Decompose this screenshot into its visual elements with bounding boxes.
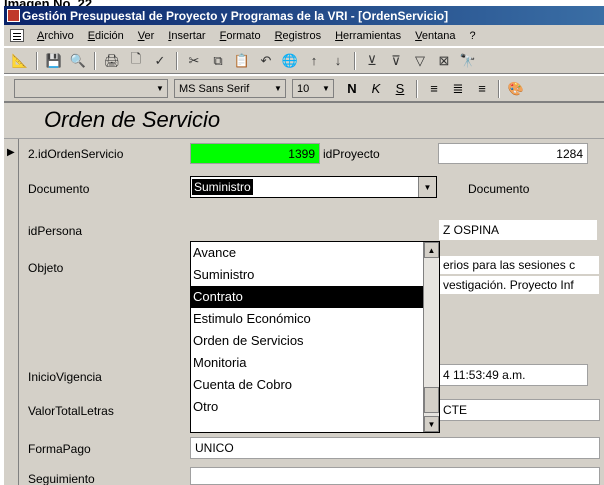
dropdown-scrollbar[interactable]: ▲ ▼: [423, 242, 439, 432]
toolbar-separator: [498, 79, 500, 98]
hyperlink-icon[interactable]: 🌐: [280, 51, 300, 71]
undo-icon[interactable]: ↶: [256, 51, 276, 71]
bold-button[interactable]: N: [341, 79, 363, 99]
chevron-down-icon[interactable]: ▼: [319, 80, 333, 97]
formatting-toolbar: ▼ MS Sans Serif ▼ 10 ▼ N K S ≡ ≣ ≡ 🎨: [4, 75, 604, 102]
font-size-combo[interactable]: 10 ▼: [292, 79, 334, 98]
formapago-label: FormaPago: [28, 442, 91, 456]
current-record-icon: ▶: [7, 147, 15, 158]
sort-descending-icon[interactable]: ↓: [328, 51, 348, 71]
scrollbar-thumb[interactable]: [424, 387, 439, 413]
chevron-down-icon[interactable]: ▼: [153, 80, 167, 97]
print-icon[interactable]: 🖨: [102, 51, 122, 71]
copy-icon[interactable]: ⧉: [208, 51, 228, 71]
dropdown-option[interactable]: Orden de Servicios: [191, 330, 439, 352]
idproyecto-field[interactable]: 1284: [438, 143, 588, 164]
menu-herramientas[interactable]: Herramientas: [328, 30, 408, 42]
apply-filter-icon[interactable]: ▽: [410, 51, 430, 71]
form-title: Orden de Servicio: [44, 107, 221, 132]
access-app-icon: [7, 9, 20, 22]
spelling-icon[interactable]: ✓: [150, 51, 170, 71]
seguimiento-field[interactable]: [190, 467, 600, 485]
window-titlebar: Gestión Presupuestal de Proyecto y Progr…: [4, 6, 604, 25]
object-combo[interactable]: ▼: [14, 79, 168, 98]
toolbar-separator: [36, 51, 38, 70]
idordenservicio-label: 2.idOrdenServicio: [28, 147, 124, 161]
save-icon[interactable]: 💾: [44, 51, 64, 71]
align-center-icon[interactable]: ≣: [447, 79, 469, 99]
menu-insertar[interactable]: Insertar: [161, 30, 212, 42]
record-selector[interactable]: ▶: [4, 139, 19, 485]
underline-button[interactable]: S: [389, 79, 411, 99]
documento-dropdown-list: Avance Suministro Contrato Estimulo Econ…: [190, 241, 440, 433]
idpersona-field[interactable]: Z OSPINA: [438, 219, 598, 241]
toolbar-separator: [176, 51, 178, 70]
objeto-field-line1[interactable]: erios para las sesiones c: [438, 255, 600, 275]
idproyecto-label: idProyecto: [323, 147, 380, 161]
chevron-down-icon[interactable]: ▼: [271, 80, 285, 97]
toolbar-separator: [94, 51, 96, 70]
form-header: Orden de Servicio: [4, 103, 604, 139]
fill-color-icon[interactable]: 🎨: [505, 79, 527, 99]
menu-archivo[interactable]: Archivo: [30, 30, 81, 42]
idordenservicio-field[interactable]: 1399: [190, 143, 320, 164]
dropdown-option[interactable]: Estimulo Económico: [191, 308, 439, 330]
menu-registros[interactable]: Registros: [268, 30, 328, 42]
documento-combo-value: Suministro: [192, 179, 253, 195]
remove-filter-icon[interactable]: ⊠: [434, 51, 454, 71]
filter-selection-icon[interactable]: ⊻: [362, 51, 382, 71]
chevron-down-icon[interactable]: ▼: [418, 177, 436, 197]
toolbar-separator: [416, 79, 418, 98]
iniciovigencia-label: InicioVigencia: [28, 370, 102, 384]
design-view-icon[interactable]: 📐: [10, 51, 30, 71]
print-preview-icon[interactable]: 🗋: [126, 51, 146, 71]
documento-label: Documento: [28, 182, 90, 196]
formapago-field[interactable]: UNICO: [190, 437, 600, 459]
valortotalletras-field[interactable]: CTE: [438, 399, 600, 421]
menu-ver[interactable]: Ver: [131, 30, 162, 42]
find-icon[interactable]: 🔭: [458, 51, 478, 71]
standard-toolbar: 📐 💾 🔍 🖨 🗋 ✓ ✂ ⧉ 📋 ↶ 🌐 ↑ ↓ ⊻ ⊽ ▽ ⊠ 🔭: [4, 47, 604, 74]
font-name-combo[interactable]: MS Sans Serif ▼: [174, 79, 286, 98]
scroll-up-icon[interactable]: ▲: [424, 242, 439, 258]
valortotalletras-label: ValorTotalLetras: [28, 404, 114, 418]
form-document-icon[interactable]: [10, 29, 24, 42]
paste-icon[interactable]: 📋: [232, 51, 252, 71]
menu-edicion[interactable]: Edición: [81, 30, 131, 42]
dropdown-option[interactable]: Cuenta de Cobro: [191, 374, 439, 396]
documento-combo[interactable]: Suministro ▼: [190, 176, 437, 198]
toolbar-separator: [354, 51, 356, 70]
file-search-icon[interactable]: 🔍: [68, 51, 88, 71]
font-name-value: MS Sans Serif: [179, 82, 250, 95]
italic-button[interactable]: K: [365, 79, 387, 99]
iniciovigencia-field[interactable]: 4 11:53:49 a.m.: [438, 364, 588, 386]
objeto-field-line2[interactable]: vestigación. Proyecto Inf: [438, 275, 600, 295]
dropdown-option[interactable]: Suministro: [191, 264, 439, 286]
sort-ascending-icon[interactable]: ↑: [304, 51, 324, 71]
menu-bar: Archivo Edición Ver Insertar Formato Reg…: [4, 25, 604, 47]
documento-label-2: Documento: [468, 182, 530, 196]
menu-formato[interactable]: Formato: [213, 30, 268, 42]
dropdown-option[interactable]: Monitoria: [191, 352, 439, 374]
objeto-label: Objeto: [28, 261, 64, 275]
align-right-icon[interactable]: ≡: [471, 79, 493, 99]
idpersona-label: idPersona: [28, 224, 83, 238]
dropdown-option-selected[interactable]: Contrato: [191, 286, 439, 308]
cut-icon[interactable]: ✂: [184, 51, 204, 71]
dropdown-option[interactable]: Otro: [191, 396, 439, 418]
seguimiento-label: Seguimiento: [28, 472, 95, 485]
window-title: Gestión Presupuestal de Proyecto y Progr…: [22, 8, 449, 23]
font-size-value: 10: [297, 82, 310, 95]
align-left-icon[interactable]: ≡: [423, 79, 445, 99]
scroll-down-icon[interactable]: ▼: [424, 416, 439, 432]
menu-ventana[interactable]: Ventana: [408, 30, 462, 42]
dropdown-option[interactable]: Avance: [191, 242, 439, 264]
filter-form-icon[interactable]: ⊽: [386, 51, 406, 71]
menu-help[interactable]: ?: [463, 30, 483, 42]
